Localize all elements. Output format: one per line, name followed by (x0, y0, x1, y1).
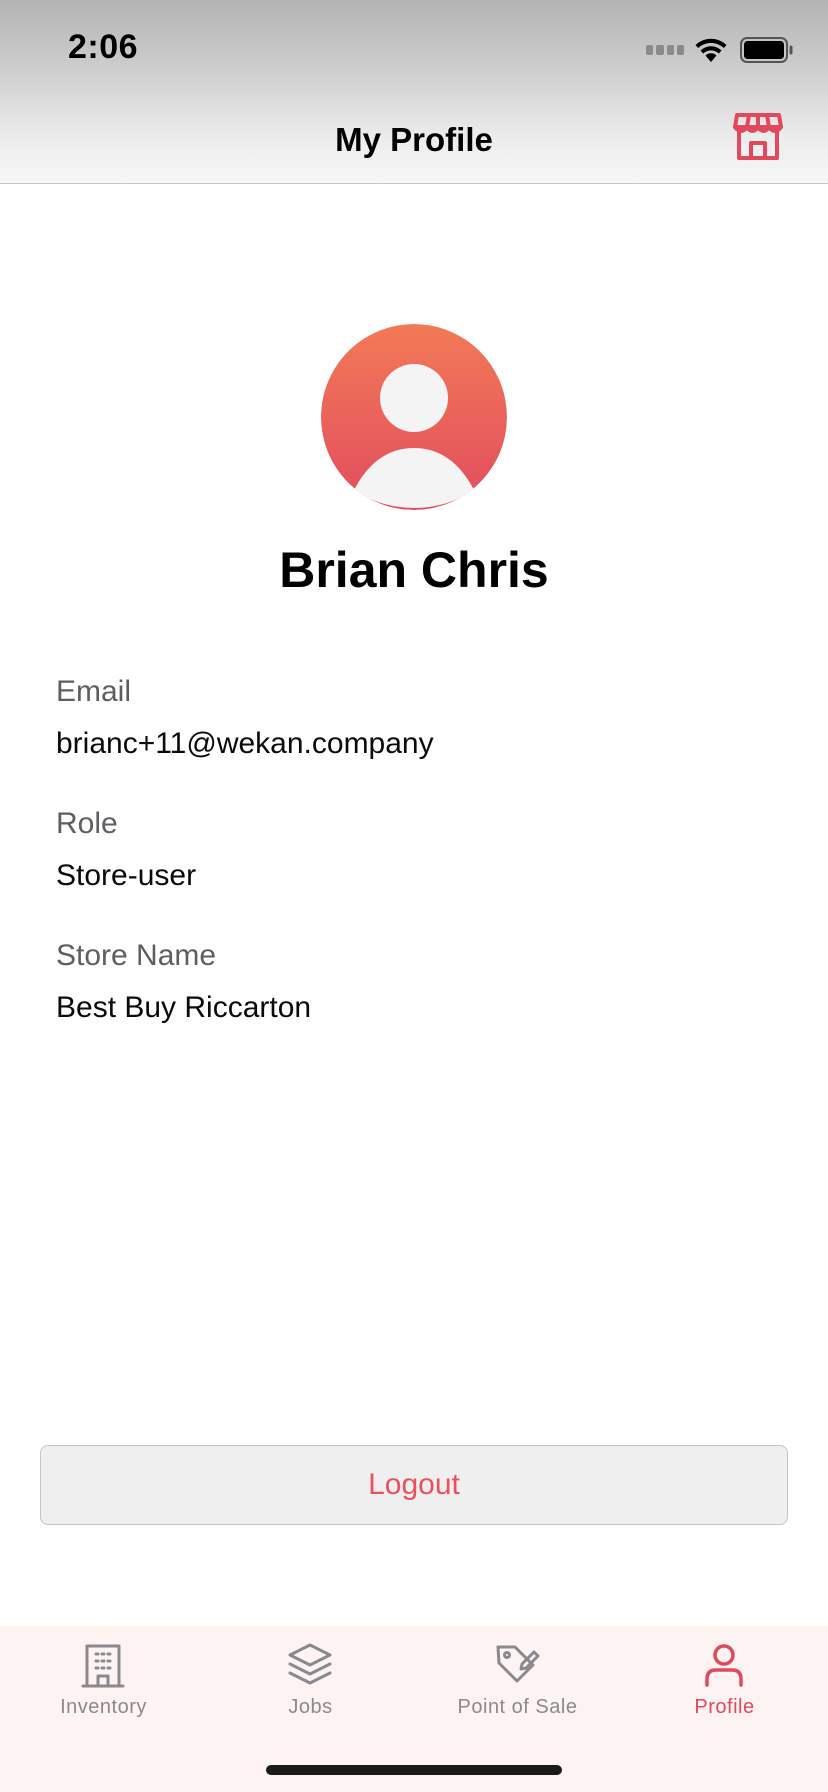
tab-profile-label: Profile (694, 1696, 755, 1718)
tab-jobs-label: Jobs (288, 1696, 333, 1718)
email-label: Email (56, 675, 132, 708)
tab-jobs[interactable]: Jobs (207, 1626, 414, 1746)
status-time: 2:06 (68, 28, 139, 66)
tag-edit-icon (496, 1645, 540, 1683)
tab-inventory[interactable]: Inventory (0, 1626, 207, 1746)
profile-screen: 2:06 My Profile Brian Chris Email brianc… (0, 0, 828, 1792)
store-name-field: Store Name Best Buy Riccarton (56, 936, 776, 1028)
signal-icon (646, 45, 684, 55)
status-icons (646, 36, 794, 64)
role-label: Role (56, 807, 118, 840)
home-indicator (266, 1765, 562, 1775)
store-name-label: Store Name (56, 939, 217, 972)
email-field: Email brianc+11@wekan.company (56, 672, 776, 764)
building-icon (81, 1644, 125, 1688)
email-value: brianc+11@wekan.company (56, 727, 434, 760)
tab-inventory-label: Inventory (60, 1696, 147, 1718)
user-name: Brian Chris (279, 542, 549, 598)
battery-icon (740, 37, 793, 63)
store-name-value: Best Buy Riccarton (56, 991, 312, 1024)
wifi-icon (695, 38, 727, 62)
store-icon[interactable] (732, 112, 784, 162)
logout-button[interactable]: Logout (40, 1445, 788, 1525)
header-bar: 2:06 My Profile (0, 0, 828, 184)
user-avatar-icon (321, 324, 507, 510)
user-icon (705, 1644, 743, 1687)
role-value: Store-user (56, 859, 197, 892)
tab-point-of-sale[interactable]: Point of Sale (414, 1626, 621, 1746)
tab-profile[interactable]: Profile (621, 1626, 828, 1746)
page-title: My Profile (335, 121, 493, 158)
tab-point-of-sale-label: Point of Sale (457, 1696, 578, 1718)
role-field: Role Store-user (56, 804, 776, 896)
layers-icon (288, 1643, 332, 1685)
